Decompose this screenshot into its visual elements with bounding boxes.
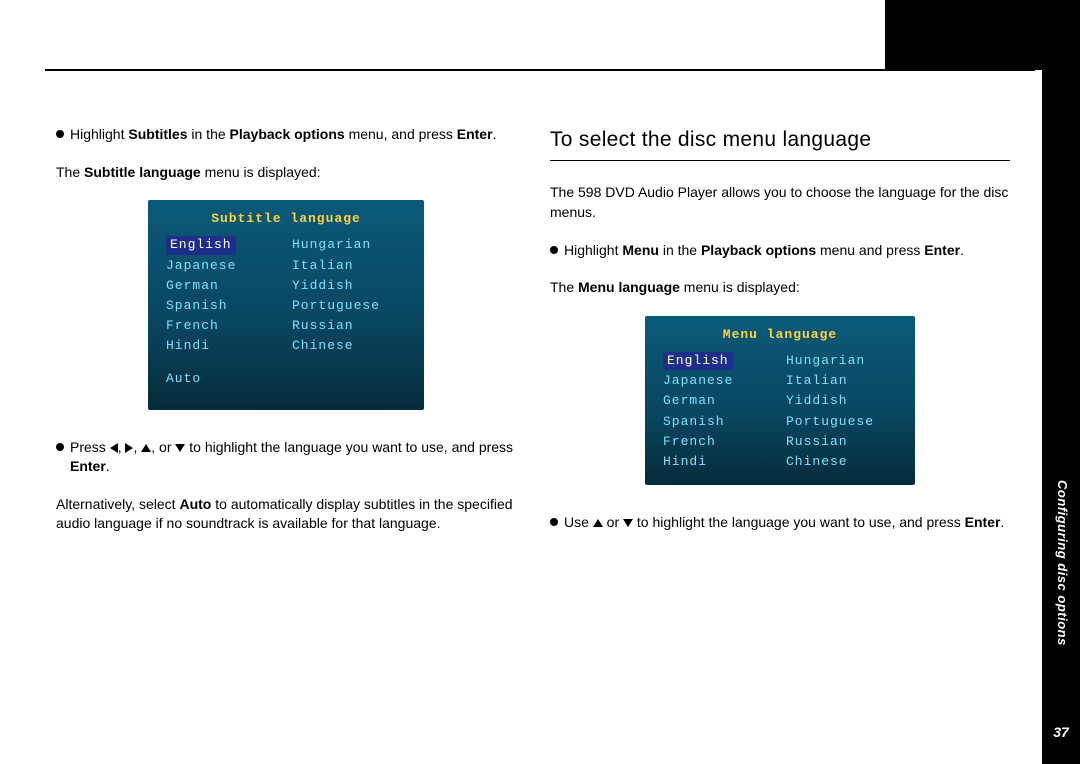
section-heading: To select the disc menu language <box>550 125 1010 161</box>
osd-item: Portuguese <box>292 297 406 315</box>
bold: Enter <box>924 242 960 258</box>
text: Press <box>70 439 110 455</box>
osd-menu-language: Menu language English Hungarian Japanese… <box>645 316 915 485</box>
header-divider <box>45 69 1035 71</box>
menu-caption: The Menu language menu is displayed: <box>550 278 1010 298</box>
osd-grid: English Hungarian Japanese Italian Germa… <box>160 236 412 355</box>
osd-item: German <box>166 277 280 295</box>
text: in the <box>188 126 230 142</box>
right-column: To select the disc menu language The 598… <box>550 125 1010 551</box>
text: . <box>493 126 497 142</box>
step-highlight-subtitles: Highlight Subtitles in the Playback opti… <box>56 125 516 145</box>
osd-grid: English Hungarian Japanese Italian Germa… <box>657 352 903 471</box>
osd-item: Chinese <box>786 453 897 471</box>
text: in the <box>659 242 701 258</box>
arrow-down-icon <box>175 444 185 452</box>
auto-note: Alternatively, select Auto to automatica… <box>56 495 516 534</box>
osd-item: Hungarian <box>292 236 406 254</box>
text: menu and press <box>816 242 924 258</box>
bold: Subtitles <box>128 126 187 142</box>
bold: Enter <box>965 514 1001 530</box>
osd-item: French <box>166 317 280 335</box>
osd-item: Yiddish <box>292 277 406 295</box>
osd-item: Chinese <box>292 337 406 355</box>
text: . <box>1000 514 1004 530</box>
bold: Playback options <box>701 242 816 258</box>
osd-item-auto: Auto <box>160 370 412 388</box>
osd-item: Russian <box>292 317 406 335</box>
text: menu is displayed: <box>201 164 321 180</box>
osd-item: Spanish <box>166 297 280 315</box>
arrow-left-icon <box>110 443 118 453</box>
osd-title: Subtitle language <box>160 210 412 228</box>
bold: Playback options <box>230 126 345 142</box>
osd-selected: English <box>663 352 733 370</box>
text: menu, and press <box>345 126 457 142</box>
bold: Enter <box>457 126 493 142</box>
text: . <box>106 458 110 474</box>
bold: Auto <box>179 496 211 512</box>
text: Highlight <box>70 126 128 142</box>
manual-page: Configuring disc options 37 Highlight Su… <box>0 0 1080 764</box>
osd-item: French <box>663 433 774 451</box>
osd-item: Russian <box>786 433 897 451</box>
osd-item: Hindi <box>166 337 280 355</box>
text: to highlight the language you want to us… <box>189 439 513 455</box>
text: menu is displayed: <box>680 279 800 295</box>
text: Alternatively, select <box>56 496 179 512</box>
osd-item: Spanish <box>663 413 774 431</box>
bold: Menu <box>622 242 659 258</box>
arrow-up-icon <box>141 444 151 452</box>
text: Highlight <box>564 242 622 258</box>
bold: Menu language <box>578 279 680 295</box>
text: The <box>56 164 84 180</box>
arrow-right-icon <box>125 443 133 453</box>
subtitle-menu-caption: The Subtitle language menu is displayed: <box>56 163 516 183</box>
arrow-up-icon <box>593 519 603 527</box>
bold: Enter <box>70 458 106 474</box>
osd-item: Yiddish <box>786 392 897 410</box>
step-press-arrows: Press , , , or to highlight the language… <box>56 438 516 477</box>
intro-text: The 598 DVD Audio Player allows you to c… <box>550 183 1010 222</box>
osd-item: Japanese <box>166 257 280 275</box>
text: Use <box>564 514 593 530</box>
left-column: Highlight Subtitles in the Playback opti… <box>56 125 516 552</box>
step-use-up-down: Use or to highlight the language you wan… <box>550 513 1010 533</box>
side-strip: Configuring disc options 37 <box>1042 0 1080 764</box>
page-number: 37 <box>1042 724 1080 740</box>
osd-item: Italian <box>786 372 897 390</box>
arrow-down-icon <box>623 519 633 527</box>
bold: Subtitle language <box>84 164 201 180</box>
text: to highlight the language you want to us… <box>637 514 965 530</box>
osd-item: English <box>166 236 280 254</box>
osd-item: Hindi <box>663 453 774 471</box>
osd-subtitle-language: Subtitle language English Hungarian Japa… <box>148 200 424 410</box>
osd-selected: English <box>166 236 236 254</box>
osd-item: English <box>663 352 774 370</box>
osd-item: Hungarian <box>786 352 897 370</box>
step-highlight-menu: Highlight Menu in the Playback options m… <box>550 241 1010 261</box>
osd-item: German <box>663 392 774 410</box>
osd-title: Menu language <box>657 326 903 344</box>
text: . <box>960 242 964 258</box>
section-label: Configuring disc options <box>1055 480 1070 646</box>
osd-item: Japanese <box>663 372 774 390</box>
osd-item: Italian <box>292 257 406 275</box>
osd-item: Portuguese <box>786 413 897 431</box>
text: The <box>550 279 578 295</box>
